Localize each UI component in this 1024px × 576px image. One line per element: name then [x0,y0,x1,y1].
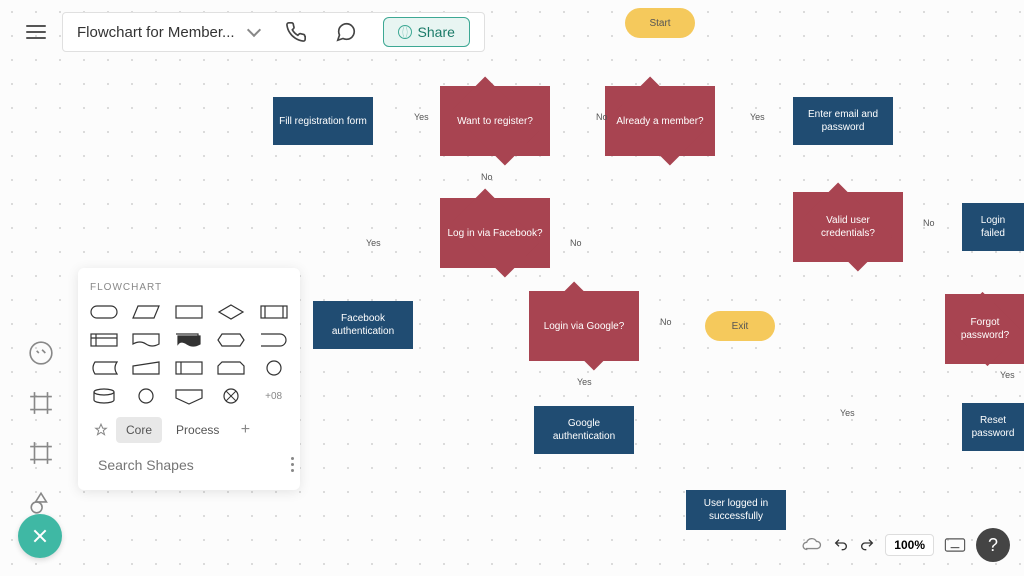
shape-loop-limit[interactable] [217,359,245,377]
node-valid-creds[interactable]: Valid user credentials? [793,192,903,262]
bottom-toolbar: 100% ? [801,528,1010,562]
shape-database[interactable] [90,387,118,405]
pin-icon[interactable] [90,419,112,441]
sticker-tool-icon[interactable] [28,340,54,366]
shape-delay[interactable] [260,331,288,349]
node-exit[interactable]: Exit [705,311,775,341]
shape-internal-storage[interactable] [90,331,118,349]
edge-label-yes: Yes [750,112,765,122]
edge-label-no: No [660,317,672,327]
shape-circle[interactable] [132,387,160,405]
shape-document[interactable] [132,331,160,349]
panel-tabs: Core Process + [90,417,288,443]
shape-process[interactable] [175,303,203,321]
shapes-panel: FLOWCHART +08 Core Process + [78,268,300,490]
edge-label-yes: Yes [1000,370,1015,380]
node-forgot-pw[interactable]: Forgot password? [945,294,1024,364]
edge-label-yes: Yes [414,112,429,122]
search-row [90,453,288,476]
shape-predefined[interactable] [260,303,288,321]
chevron-down-icon[interactable] [246,23,260,37]
top-toolbar: Flowchart for Member... Share [18,12,485,52]
edge-label-yes: Yes [366,238,381,248]
shape-offpage[interactable] [175,387,203,405]
undo-icon[interactable] [833,537,849,553]
shape-or[interactable] [217,387,245,405]
shape-decision[interactable] [217,303,245,321]
edge-label-no: No [596,112,608,122]
shape-connector[interactable] [260,359,288,377]
close-fab-button[interactable] [18,514,62,558]
shape-multi-document[interactable] [175,331,203,349]
node-login-facebook[interactable]: Log in via Facebook? [440,198,550,268]
share-button[interactable]: Share [383,17,470,47]
help-button[interactable]: ? [976,528,1010,562]
frame-tool-2-icon[interactable] [28,440,54,466]
shape-terminator[interactable] [90,303,118,321]
menu-icon[interactable] [18,14,54,50]
node-start[interactable]: Start [625,8,695,38]
node-login-failed[interactable]: Login failed [962,203,1024,251]
phone-icon[interactable] [283,19,309,45]
comment-icon[interactable] [333,19,359,45]
left-tool-rail [28,340,54,516]
node-already-member[interactable]: Already a member? [605,86,715,156]
node-enter-email[interactable]: Enter email and password [793,97,893,145]
edge-label-no: No [923,218,935,228]
node-google-auth[interactable]: Google authentication [534,406,634,454]
node-logged-in[interactable]: User logged in successfully [686,490,786,530]
tab-process[interactable]: Process [166,417,229,443]
edge-label-no: No [570,238,582,248]
shape-card[interactable] [175,359,203,377]
node-facebook-auth[interactable]: Facebook authentication [313,301,413,349]
shape-preparation[interactable] [217,331,245,349]
shape-manual-input[interactable] [132,359,160,377]
kebab-menu-icon[interactable] [287,453,298,476]
node-reset-pw[interactable]: Reset password [962,403,1024,451]
shape-data[interactable] [132,303,160,321]
edge-label-no: No [481,172,493,182]
shape-stored-data[interactable] [90,359,118,377]
more-shapes-button[interactable]: +08 [260,387,288,405]
document-title: Flowchart for Member... [77,24,235,41]
node-login-google[interactable]: Login via Google? [529,291,639,361]
search-input[interactable] [98,457,279,473]
shape-grid: +08 [90,303,288,405]
redo-icon[interactable] [859,537,875,553]
keyboard-icon[interactable] [944,538,966,552]
tab-core[interactable]: Core [116,417,162,443]
panel-title: FLOWCHART [90,282,288,293]
node-fill-form[interactable]: Fill registration form [273,97,373,145]
document-title-box[interactable]: Flowchart for Member... Share [62,12,485,52]
frame-tool-icon[interactable] [28,390,54,416]
add-tab-button[interactable]: + [233,418,257,442]
shapes-tool-icon[interactable] [28,490,54,516]
node-want-register[interactable]: Want to register? [440,86,550,156]
cloud-sync-icon[interactable] [801,537,823,553]
edge-label-yes: Yes [577,377,592,387]
edge-label-yes: Yes [840,408,855,418]
share-label: Share [418,24,455,40]
globe-icon [398,25,412,39]
zoom-level[interactable]: 100% [885,534,934,556]
